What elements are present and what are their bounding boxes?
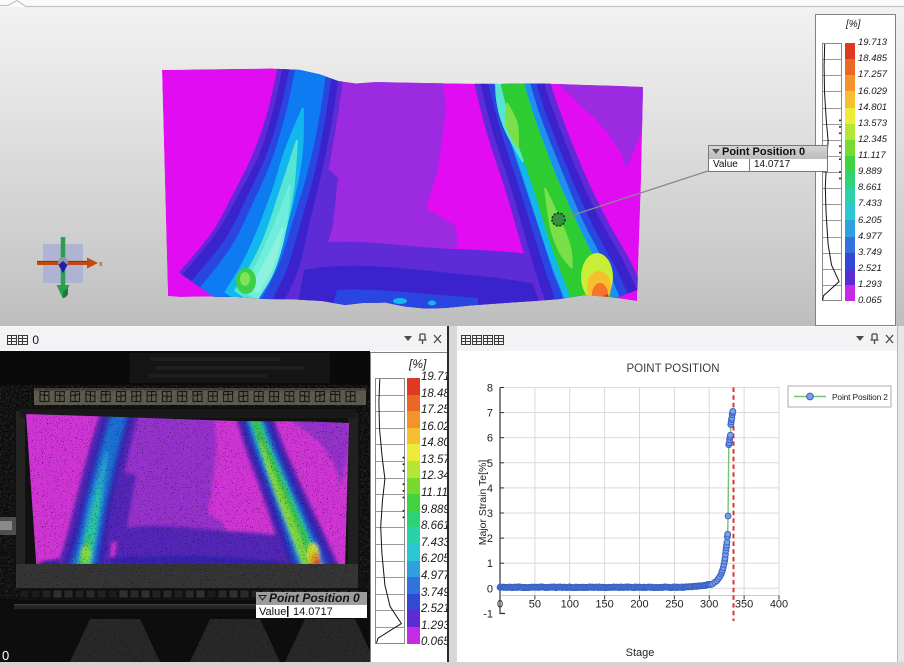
svg-text:50: 50	[529, 599, 541, 611]
svg-text:POINT POSITION: POINT POSITION	[626, 363, 719, 375]
svg-text:200: 200	[630, 599, 648, 611]
svg-text:Value: Value	[259, 606, 286, 618]
svg-text:150: 150	[595, 599, 613, 611]
svg-text:Stage: Stage	[626, 647, 655, 659]
svg-text:100: 100	[561, 599, 579, 611]
svg-text:Major Strain Te[%]: Major Strain Te[%]	[477, 460, 489, 546]
svg-text:x: x	[99, 261, 103, 268]
svg-text:8: 8	[487, 383, 493, 395]
svg-text:7: 7	[487, 408, 493, 420]
svg-text:0: 0	[497, 599, 503, 611]
svg-text:400: 400	[770, 599, 788, 611]
svg-text:14.0717: 14.0717	[293, 606, 333, 618]
svg-text:250: 250	[665, 599, 683, 611]
svg-text:Point Position 2: Point Position 2	[832, 392, 888, 402]
svg-text:6: 6	[487, 433, 493, 445]
svg-text:1: 1	[487, 558, 493, 570]
svg-text:0: 0	[2, 648, 9, 662]
svg-text:300: 300	[700, 599, 718, 611]
svg-text:0: 0	[487, 583, 493, 595]
svg-text:-1: -1	[483, 608, 493, 620]
svg-text:350: 350	[735, 599, 753, 611]
svg-text:Point Position 0: Point Position 0	[269, 591, 360, 605]
